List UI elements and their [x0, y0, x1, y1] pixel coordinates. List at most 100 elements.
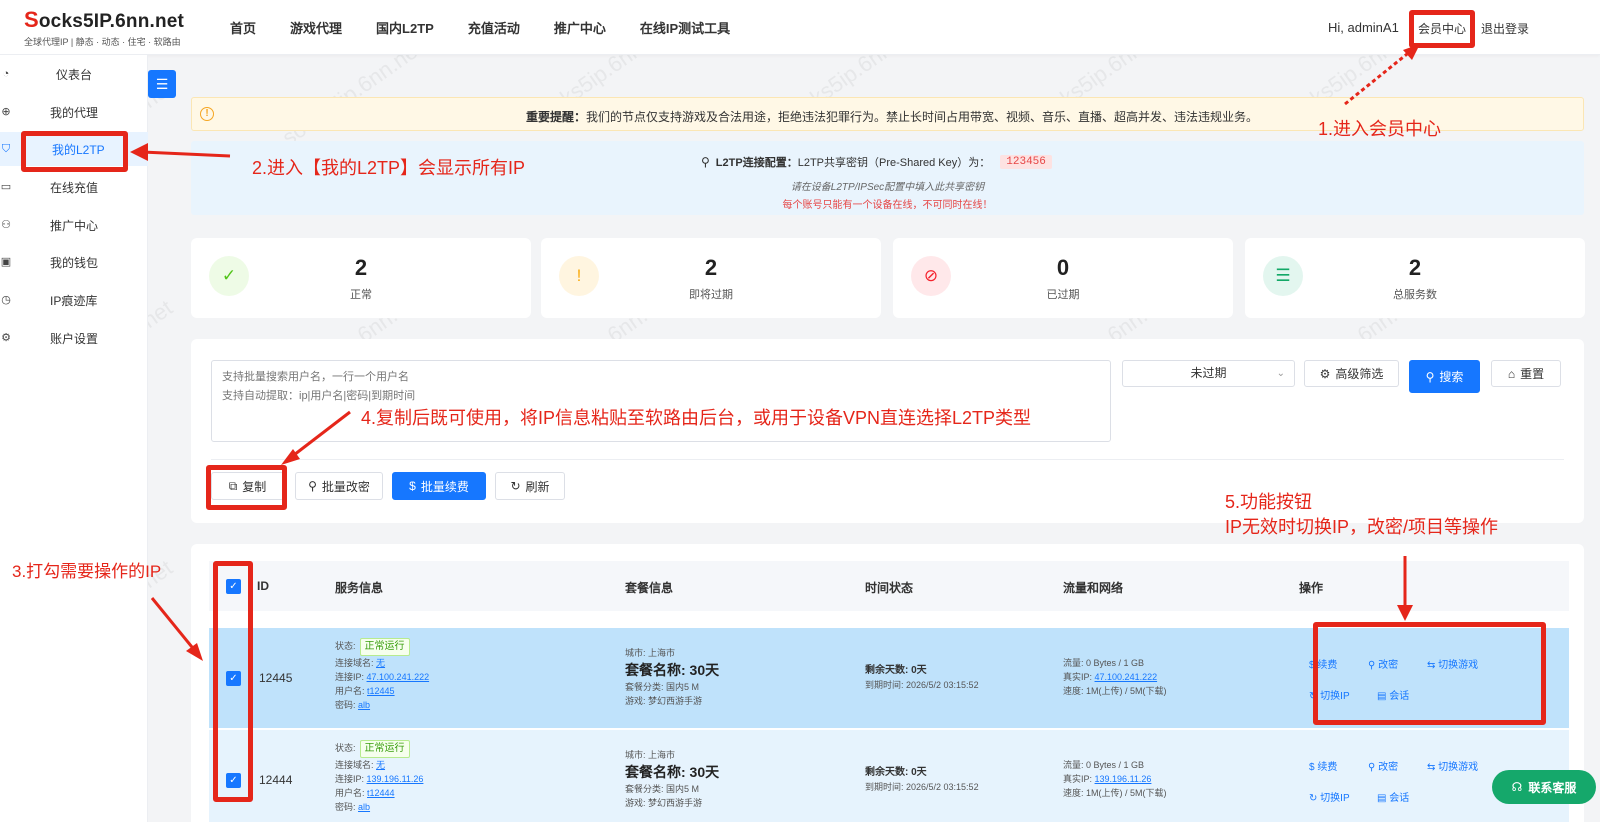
connect-ip-link[interactable]: 47.100.241.222	[367, 672, 430, 682]
search-button-label: 搜索	[1439, 370, 1464, 384]
domain-link[interactable]: 无	[376, 760, 385, 770]
sidebar-item-recharge[interactable]: ▭ 在线充值	[0, 170, 148, 204]
sidebar-collapse-button[interactable]: ☰	[148, 70, 176, 98]
sidebar-item-wallet[interactable]: ▣ 我的钱包	[0, 245, 148, 279]
package-name: 套餐名称: 30天	[625, 662, 720, 678]
column-header: 操作	[1299, 581, 1324, 595]
nav-ip-test-tool[interactable]: 在线IP测试工具	[640, 18, 730, 37]
package-category: 套餐分类: 国内5 M	[625, 784, 700, 794]
refresh-button-label: 刷新	[525, 479, 550, 494]
stat-label: 总服务数	[1393, 289, 1437, 301]
pre-shared-key[interactable]: 123456	[1000, 155, 1052, 169]
traffic: 流量: 0 Bytes / 1 GB	[1063, 760, 1145, 770]
traffic-info: 流量: 0 Bytes / 1 GB 真实IP: 139.196.11.26 速…	[1063, 758, 1167, 800]
change-password-button[interactable]: ⚲ 改密	[1368, 758, 1398, 773]
username-link[interactable]: t12444	[367, 788, 395, 798]
switch-game-label: 切换游戏	[1438, 762, 1479, 773]
column-header: 服务信息	[335, 581, 384, 595]
users-icon: ⚇	[1, 219, 11, 231]
password-link[interactable]: alb	[358, 802, 370, 812]
package-game: 游戏: 梦幻西游手游	[625, 798, 703, 808]
real-ip-link[interactable]: 47.100.241.222	[1095, 672, 1158, 682]
domain-link[interactable]: 无	[376, 658, 385, 668]
card-icon: ▭	[0, 181, 12, 193]
service-id: 12444	[259, 773, 293, 787]
wallet-icon: ▣	[0, 256, 12, 268]
password-label: 密码:	[335, 700, 356, 710]
stat-label: 已过期	[1046, 289, 1080, 301]
nav-home[interactable]: 首页	[230, 18, 256, 37]
sidebar-item-ip-history[interactable]: ◷ IP痕迹库	[0, 283, 148, 317]
renew-button[interactable]: $ 续费	[1309, 758, 1337, 773]
traffic-info: 流量: 0 Bytes / 1 GB 真实IP: 47.100.241.222 …	[1063, 656, 1167, 698]
nav-domestic-l2tp[interactable]: 国内L2TP	[376, 18, 434, 37]
user-greeting: Hi, adminA1	[1328, 20, 1399, 35]
sidebar-item-label: IP痕迹库	[50, 293, 98, 308]
nav-game-proxy[interactable]: 游戏代理	[290, 18, 342, 37]
l2tp-config-label: L2TP连接配置：	[715, 157, 798, 169]
l2tp-config-warning: 每个账号只能有一个设备在线，不可同时在线！	[782, 200, 993, 211]
connect-ip-link[interactable]: 139.196.11.26	[367, 774, 424, 784]
status-filter-value: 未过期	[1190, 366, 1227, 380]
stat-card-expiring: ! 2 即将过期	[541, 238, 881, 318]
annotation-step-3: 3.打勾需要操作的IP	[12, 562, 162, 581]
status-badge: 正常运行	[359, 638, 410, 656]
real-ip-link[interactable]: 139.196.11.26	[1095, 774, 1152, 784]
notice-body: 我们的节点仅支持游戏及合法用途，拒绝违法犯罪行为。禁止长时间占用带宽、视频、音乐…	[586, 110, 1259, 124]
password-link[interactable]: alb	[358, 700, 370, 710]
batch-change-password-button[interactable]: ⚲ 批量改密	[295, 472, 383, 500]
globe-icon: ⊕	[1, 106, 11, 118]
sidebar-item-settings[interactable]: ⚙ 账户设置	[0, 321, 148, 355]
contact-service-label: 联系客服	[1528, 780, 1577, 795]
divider	[211, 459, 1564, 460]
advanced-filter-button[interactable]: ⚙ 高级筛选	[1304, 360, 1399, 387]
stat-value: 2	[1408, 255, 1422, 280]
logo[interactable]: Socks5IP.6nn.net 全球代理IP | 静态 · 动态 · 住宅 ·…	[24, 7, 184, 48]
stat-value: 2	[704, 255, 718, 280]
sidebar-item-promotion[interactable]: ⚇ 推广中心	[0, 208, 148, 242]
notice-text: 重要提醒：我们的节点仅支持游戏及合法用途，拒绝违法犯罪行为。禁止长时间占用带宽、…	[526, 108, 1258, 125]
switch-ip-label: 切换IP	[1320, 793, 1350, 804]
search-panel: 未过期⌄ ⚙高级筛选 ⚲搜索 ⌂重置 ⧉复制 ⚲批量改密 $批量续费 ↻刷新	[191, 339, 1584, 523]
coin-icon: $	[409, 479, 416, 493]
package-game: 游戏: 梦幻西游手游	[625, 696, 703, 706]
refresh-button[interactable]: ↻ 刷新	[495, 472, 565, 500]
renew-label: 续费	[1317, 762, 1338, 773]
sidebar-item-dashboard[interactable]: ◔ 仪表台	[0, 57, 148, 91]
search-button[interactable]: ⚲ 搜索	[1409, 360, 1480, 393]
nav-recharge-promo[interactable]: 充值活动	[468, 18, 520, 37]
sidebar-item-label: 账户设置	[50, 331, 99, 346]
expire-time: 到期时间: 2026/5/2 03:15:52	[865, 782, 979, 792]
key-icon: ⚲	[308, 479, 317, 493]
annotation-box-member-center	[1409, 10, 1475, 48]
refresh-icon: ↻	[510, 479, 521, 493]
service-id: 12445	[259, 671, 293, 685]
status-label: 状态:	[335, 641, 356, 651]
l2tp-config-hint: 请在设备L2TP/IPSec配置中填入此共享密钥	[790, 182, 985, 193]
real-ip-label: 真实IP:	[1063, 672, 1093, 682]
sidebar-item-my-proxy[interactable]: ⊕ 我的代理	[0, 95, 148, 129]
status-filter-select[interactable]: 未过期 ⌄	[1122, 360, 1295, 387]
change-password-label: 改密	[1378, 762, 1399, 773]
table-row[interactable]: ✓ 12444 状态: 正常运行 连接域名: 无 连接IP: 139.196.11…	[209, 730, 1569, 822]
switch-game-button[interactable]: ⇆ 切换游戏	[1427, 758, 1478, 773]
key-icon: ⚲	[701, 155, 710, 169]
session-label: 会话	[1389, 793, 1410, 804]
service-info: 状态: 正常运行 连接域名: 无 连接IP: 139.196.11.26 用户名:…	[335, 740, 423, 814]
service-info: 状态: 正常运行 连接域名: 无 连接IP: 47.100.241.222 用户名…	[335, 638, 429, 712]
username-link[interactable]: t12445	[367, 686, 395, 696]
top-bar: Socks5IP.6nn.net 全球代理IP | 静态 · 动态 · 住宅 ·…	[0, 0, 1600, 55]
nav-promotion[interactable]: 推广中心	[554, 18, 606, 37]
expire-time: 到期时间: 2026/5/2 03:15:52	[865, 680, 979, 690]
switch-ip-button[interactable]: ↻ 切换IP	[1309, 789, 1350, 804]
domain-label: 连接域名:	[335, 760, 374, 770]
batch-renew-button[interactable]: $ 批量续费	[392, 472, 486, 500]
l2tp-config-line: ⚲ L2TP连接配置： L2TP共享密钥（Pre-Shared Key）为： 1…	[701, 154, 1052, 170]
reset-button[interactable]: ⌂ 重置	[1491, 360, 1561, 387]
contact-service-button[interactable]: ☊ 联系客服	[1492, 770, 1596, 804]
batch-change-password-label: 批量改密	[321, 479, 370, 494]
gear-icon: ⚙	[1319, 366, 1331, 381]
session-button[interactable]: ▤ 会话	[1377, 789, 1409, 804]
top-nav: 首页 游戏代理 国内L2TP 充值活动 推广中心 在线IP测试工具	[230, 0, 764, 55]
logout-link[interactable]: 退出登录	[1481, 20, 1529, 37]
